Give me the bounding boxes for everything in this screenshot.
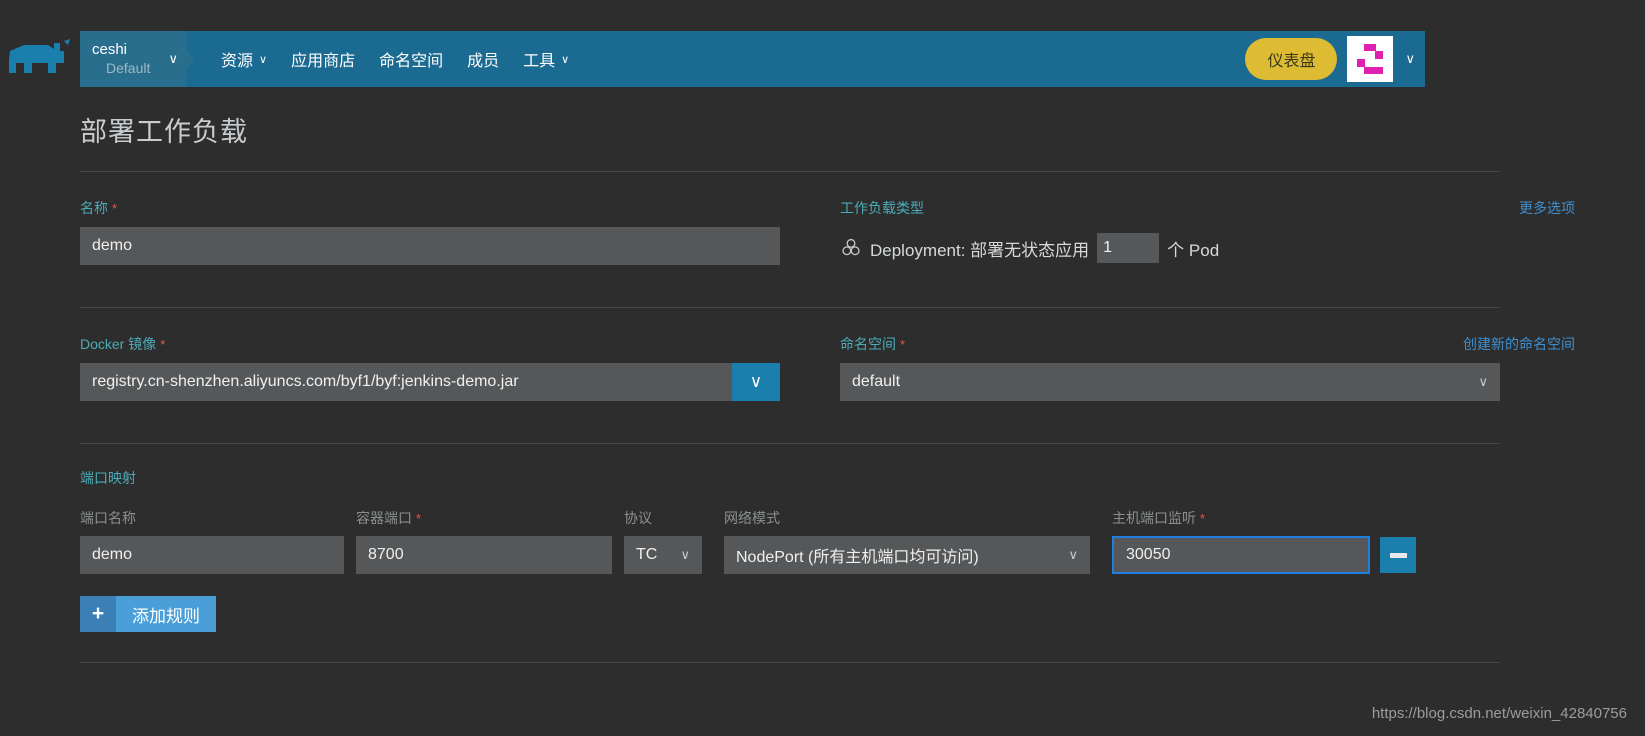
nav-item-tools[interactable]: 工具 ∨ bbox=[511, 31, 581, 87]
deployment-icon bbox=[842, 238, 860, 256]
nav-item-namespaces[interactable]: 命名空间 bbox=[367, 31, 455, 87]
chevron-down-icon: ∨ bbox=[168, 51, 178, 66]
required-marker: * bbox=[900, 337, 906, 352]
add-port-rule-button[interactable]: + 添加规则 bbox=[80, 596, 216, 632]
namespace-group: 命名空间 * 创建新的命名空间 default ∨ bbox=[840, 334, 1575, 401]
namespace-label: 命名空间 bbox=[840, 336, 896, 352]
chevron-down-icon: ∨ bbox=[1068, 547, 1078, 562]
name-input[interactable]: demo bbox=[80, 227, 780, 265]
header-right-group: 仪表盘 ∨ bbox=[1245, 31, 1425, 87]
workload-type-description: Deployment: 部署无状态应用 bbox=[870, 240, 1090, 260]
minus-icon bbox=[1389, 552, 1407, 558]
network-mode-cell: NodePort (所有主机端口均可访问) ∨ bbox=[724, 536, 1090, 574]
col-header-container-port-label: 容器端口 bbox=[356, 510, 412, 526]
cluster-context-switcher[interactable]: ceshi Default ∨ bbox=[80, 31, 186, 87]
section-divider-1 bbox=[80, 307, 1500, 308]
port-mapping-row: demo 8700 TC ∨ NodePort (所有主机端口均可访问) ∨ 3… bbox=[80, 536, 1500, 574]
nav-item-app-store[interactable]: 应用商店 bbox=[279, 31, 367, 87]
rancher-logo[interactable] bbox=[0, 31, 80, 87]
docker-image-label: Docker 镜像 bbox=[80, 336, 157, 352]
more-options-link[interactable]: 更多选项 bbox=[1519, 198, 1575, 218]
top-navigation-bar: ceshi Default ∨ 资源 ∨ 应用商店 命名空间 成员 工具 ∨ 仪… bbox=[80, 31, 1425, 87]
watermark-text: https://blog.csdn.net/weixin_42840756 bbox=[1371, 705, 1627, 722]
image-and-namespace-row: Docker 镜像 * registry.cn-shenzhen.aliyuncs… bbox=[80, 334, 1575, 401]
required-marker: * bbox=[416, 511, 422, 526]
host-port-cell: 30050 bbox=[1112, 536, 1370, 574]
name-field-group: 名称 * demo bbox=[80, 198, 780, 265]
port-mapping-header-row: 端口名称 容器端口 * 协议 网络模式 主机端口监听 * bbox=[80, 508, 1500, 528]
workload-type-label: 工作负载类型 bbox=[840, 200, 924, 216]
chevron-down-icon[interactable]: ∨ bbox=[732, 363, 780, 401]
main-nav: 资源 ∨ 应用商店 命名空间 成员 工具 ∨ bbox=[209, 31, 581, 87]
host-port-input[interactable]: 30050 bbox=[1112, 536, 1370, 574]
chevron-down-icon: ∨ bbox=[680, 547, 690, 562]
col-header-network-mode: 网络模式 bbox=[724, 510, 780, 526]
col-header-host-port: 主机端口监听 * bbox=[1112, 508, 1370, 528]
nav-item-resources[interactable]: 资源 ∨ bbox=[209, 31, 279, 87]
context-arrow-decoration bbox=[186, 49, 195, 69]
docker-image-input-wrap: registry.cn-shenzhen.aliyuncs.com/byf1/b… bbox=[80, 363, 780, 401]
title-divider bbox=[80, 171, 1500, 172]
chevron-down-icon: ∨ bbox=[561, 53, 570, 66]
nav-label: 成员 bbox=[467, 53, 500, 70]
required-marker: * bbox=[1200, 511, 1206, 526]
protocol-value: TC bbox=[636, 546, 658, 563]
page-title: 部署工作负载 bbox=[80, 117, 248, 147]
user-avatar-identicon-icon[interactable] bbox=[1347, 36, 1394, 82]
nav-label: 应用商店 bbox=[291, 53, 356, 70]
required-marker: * bbox=[160, 337, 166, 352]
port-name-input[interactable]: demo bbox=[80, 536, 344, 574]
port-name-cell: demo bbox=[80, 536, 344, 574]
deploy-workload-form: 部署工作负载 名称 * demo 工作负载类型 更多选项 Deployment:… bbox=[80, 110, 1575, 663]
namespace-select[interactable]: default ∨ bbox=[840, 363, 1500, 401]
nav-item-members[interactable]: 成员 bbox=[455, 31, 511, 87]
chevron-down-icon[interactable]: ∨ bbox=[1403, 51, 1415, 67]
pod-suffix-label: 个 Pod bbox=[1167, 240, 1220, 260]
col-header-protocol: 协议 bbox=[624, 510, 652, 526]
port-mapping-title: 端口映射 bbox=[80, 470, 136, 486]
container-port-cell: 8700 bbox=[356, 536, 612, 574]
section-divider-2 bbox=[80, 443, 1500, 444]
container-port-input[interactable]: 8700 bbox=[356, 536, 612, 574]
name-label-wrap: 名称 * bbox=[80, 198, 780, 227]
nav-label: 资源 bbox=[221, 53, 254, 70]
col-header-container-port: 容器端口 * bbox=[356, 508, 612, 528]
remove-port-rule-button[interactable] bbox=[1380, 537, 1416, 573]
dashboard-button[interactable]: 仪表盘 bbox=[1245, 38, 1338, 80]
network-mode-select[interactable]: NodePort (所有主机端口均可访问) ∨ bbox=[724, 536, 1090, 574]
section-divider-3 bbox=[80, 662, 1500, 663]
required-marker: * bbox=[112, 201, 118, 216]
plus-icon: + bbox=[80, 596, 116, 632]
protocol-select[interactable]: TC ∨ bbox=[624, 536, 702, 574]
namespace-value: default bbox=[852, 373, 901, 390]
add-port-rule-label: 添加规则 bbox=[116, 596, 216, 632]
network-mode-value: NodePort (所有主机端口均可访问) bbox=[736, 549, 979, 566]
app-root: ceshi Default ∨ 资源 ∨ 应用商店 命名空间 成员 工具 ∨ 仪… bbox=[0, 0, 1645, 736]
col-header-host-port-label: 主机端口监听 bbox=[1112, 510, 1196, 526]
rancher-cow-logo-icon bbox=[9, 39, 70, 73]
chevron-down-icon: ∨ bbox=[259, 53, 268, 66]
name-label: 名称 bbox=[80, 200, 108, 216]
namespace-label-wrap: 命名空间 * bbox=[840, 334, 1500, 363]
port-mapping-section: 端口映射 端口名称 容器端口 * 协议 网络模式 主机端口监听 * demo 870… bbox=[80, 468, 1500, 632]
name-and-type-row: 名称 * demo 工作负载类型 更多选项 Deployment: 部署无状态应用… bbox=[80, 198, 1575, 265]
docker-image-label-wrap: Docker 镜像 * bbox=[80, 334, 780, 363]
chevron-down-icon: ∨ bbox=[1478, 374, 1488, 389]
docker-image-group: Docker 镜像 * registry.cn-shenzhen.aliyuncs… bbox=[80, 334, 780, 401]
col-header-port-name: 端口名称 bbox=[80, 510, 136, 526]
create-namespace-link[interactable]: 创建新的命名空间 bbox=[1463, 334, 1575, 354]
nav-label: 命名空间 bbox=[379, 53, 444, 70]
workload-type-value-row: Deployment: 部署无状态应用 1 个 Pod bbox=[840, 233, 1500, 263]
docker-image-input[interactable]: registry.cn-shenzhen.aliyuncs.com/byf1/b… bbox=[80, 363, 732, 401]
pod-count-input[interactable]: 1 bbox=[1097, 233, 1160, 263]
protocol-cell: TC ∨ bbox=[624, 536, 702, 574]
workload-type-group: 工作负载类型 更多选项 Deployment: 部署无状态应用 1 个 Pod bbox=[840, 198, 1575, 265]
nav-label: 工具 bbox=[523, 53, 556, 70]
